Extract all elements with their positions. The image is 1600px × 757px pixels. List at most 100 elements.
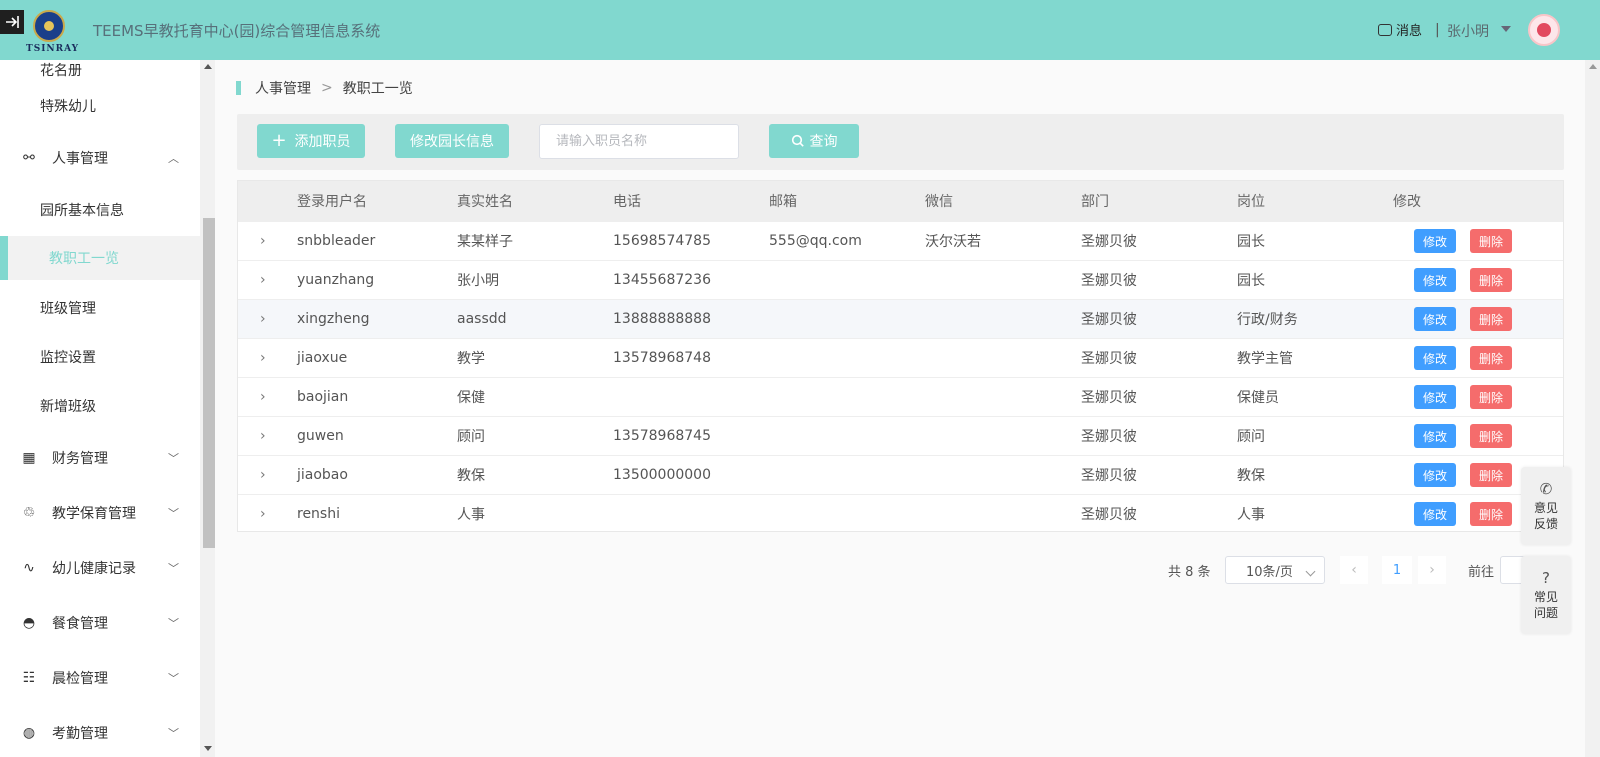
scroll-up-icon[interactable] — [1589, 64, 1597, 69]
messages-label: 消息 — [1396, 24, 1423, 39]
sidebar-item[interactable]: ⚯ 人事管理 ︿ — [0, 136, 200, 180]
cell-username: baojian — [297, 389, 349, 405]
sidebar-item[interactable]: ◓ 餐食管理 ﹀ — [0, 601, 200, 645]
sidebar-item[interactable]: ▦ 财务管理 ﹀ — [0, 436, 200, 480]
main-scrollbar[interactable] — [1585, 60, 1600, 757]
expand-row-icon[interactable]: › — [260, 456, 266, 494]
add-staff-button[interactable]: + 添加职员 — [257, 124, 365, 158]
cell-dept: 圣娜贝彼 — [1081, 507, 1137, 523]
sidebar-item[interactable]: 新增班级 — [0, 384, 200, 428]
expand-row-icon[interactable]: › — [260, 378, 266, 416]
delete-row-button[interactable]: 删除 — [1470, 229, 1512, 253]
chevron-down-icon[interactable]: ﹀ — [168, 505, 179, 521]
delete-row-button[interactable]: 删除 — [1470, 385, 1512, 409]
app-title: TEEMS早教托育中心(园)综合管理信息系统 — [93, 22, 381, 40]
expand-row-icon[interactable]: › — [260, 300, 266, 338]
expand-row-icon[interactable]: › — [260, 495, 266, 533]
cell-username: snbbleader — [297, 233, 376, 249]
delete-row-button[interactable]: 删除 — [1470, 463, 1512, 487]
table-row[interactable]: › jiaoxue 教学 13578968748 圣娜贝彼 教学主管 修改 删除 — [238, 338, 1563, 377]
expand-row-icon[interactable]: › — [260, 222, 266, 260]
cell-post: 人事 — [1237, 507, 1265, 523]
header-divider: | — [1435, 22, 1440, 38]
logo-emblem — [33, 10, 65, 42]
sidebar-item[interactable]: 特殊幼儿 — [0, 84, 200, 128]
chevron-down-icon[interactable]: ﹀ — [168, 450, 179, 466]
delete-row-button[interactable]: 删除 — [1470, 268, 1512, 292]
table-row[interactable]: › snbbleader 某某样子 15698574785 555@qq.com 沃尔沃若… — [238, 221, 1563, 260]
goto-label: 前往 — [1468, 565, 1495, 580]
avatar[interactable] — [1528, 14, 1560, 46]
edit-row-button[interactable]: 修改 — [1414, 268, 1456, 292]
messages-link[interactable]: 消息 — [1378, 20, 1422, 39]
delete-row-button[interactable]: 删除 — [1470, 424, 1512, 448]
table-row[interactable]: › renshi 人事 圣娜贝彼 人事 修改 删除 — [238, 494, 1563, 533]
staff-search-input[interactable] — [539, 124, 739, 159]
cell-username: renshi — [297, 506, 340, 522]
expand-row-icon[interactable]: › — [260, 339, 266, 377]
edit-row-button[interactable]: 修改 — [1414, 346, 1456, 370]
edit-director-button[interactable]: 修改园长信息 — [395, 124, 509, 158]
sidebar-item-label: 晨检管理 — [52, 671, 108, 687]
cell-username: yuanzhang — [297, 272, 375, 288]
chevron-down-icon[interactable]: ﹀ — [168, 560, 179, 576]
sidebar-item[interactable]: 班级管理 — [0, 286, 200, 330]
delete-row-button[interactable]: 删除 — [1470, 502, 1512, 526]
edit-director-label: 修改园长信息 — [410, 134, 494, 150]
sidebar-item-label: 财务管理 — [52, 451, 108, 467]
breadcrumb-parent[interactable]: 人事管理 — [255, 78, 311, 98]
edit-row-button[interactable]: 修改 — [1414, 229, 1456, 253]
sidebar-item[interactable]: 园所基本信息 — [0, 188, 200, 232]
edit-row-button[interactable]: 修改 — [1414, 385, 1456, 409]
query-button[interactable]: 查询 — [769, 124, 859, 158]
sidebar-item[interactable]: 教职工一览 — [0, 236, 200, 280]
edit-row-button[interactable]: 修改 — [1414, 502, 1456, 526]
table-row[interactable]: › baojian 保健 圣娜贝彼 保健员 修改 删除 — [238, 377, 1563, 416]
table-row[interactable]: › guwen 顾问 13578968745 圣娜贝彼 顾问 修改 删除 — [238, 416, 1563, 455]
page-number-current[interactable]: 1 — [1382, 556, 1412, 584]
table-row[interactable]: › xingzheng aassdd 13888888888 圣娜贝彼 行政/财务 修改 删除 — [238, 299, 1563, 338]
user-name[interactable]: 张小明 — [1447, 21, 1489, 41]
table-row[interactable]: › yuanzhang 张小明 13455687236 圣娜贝彼 园长 修改 删除 — [238, 260, 1563, 299]
table-row[interactable]: › jiaobao 教保 13500000000 圣娜贝彼 教保 修改 删除 — [238, 455, 1563, 494]
sidebar-item[interactable]: ∿ 幼儿健康记录 ﹀ — [0, 546, 200, 590]
column-header: 电话 — [613, 194, 641, 210]
chevron-up-icon[interactable]: ︿ — [168, 150, 179, 166]
cell-dept: 圣娜贝彼 — [1081, 312, 1137, 328]
cell-dept: 圣娜贝彼 — [1081, 390, 1137, 406]
sidebar-item[interactable]: ◍ 考勤管理 ﹀ — [0, 711, 200, 755]
sidebar-item-label: 新增班级 — [40, 399, 96, 415]
question-icon: ? — [1542, 568, 1550, 587]
share-nodes-icon: ⚯ — [23, 150, 35, 166]
sidebar-item[interactable]: 监控设置 — [0, 335, 200, 379]
menu-toggle-icon[interactable] — [0, 10, 24, 34]
prev-page-icon[interactable]: ‹ — [1340, 556, 1368, 584]
page-size-select[interactable]: 10条/页 — [1225, 556, 1325, 584]
cell-post: 保健员 — [1237, 390, 1279, 406]
delete-row-button[interactable]: 删除 — [1470, 346, 1512, 370]
edit-row-button[interactable]: 修改 — [1414, 424, 1456, 448]
edit-row-button[interactable]: 修改 — [1414, 463, 1456, 487]
chevron-down-icon[interactable]: ﹀ — [168, 670, 179, 686]
heartbeat-icon: ∿ — [23, 560, 35, 576]
scroll-up-icon[interactable] — [204, 64, 212, 69]
sidebar-scrollbar-thumb[interactable] — [203, 218, 215, 548]
next-page-icon[interactable]: › — [1418, 556, 1446, 584]
chevron-down-icon[interactable]: ﹀ — [168, 725, 179, 741]
chevron-down-icon[interactable]: ﹀ — [168, 615, 179, 631]
sidebar-item-label: 幼儿健康记录 — [52, 561, 136, 577]
sidebar-item[interactable]: ♲ 教学保育管理 ﹀ — [0, 491, 200, 535]
expand-row-icon[interactable]: › — [260, 417, 266, 455]
sidebar-item[interactable]: ☷ 晨检管理 ﹀ — [0, 656, 200, 700]
delete-row-button[interactable]: 删除 — [1470, 307, 1512, 331]
cloche-icon: ◓ — [22, 615, 36, 631]
faq-button[interactable]: ? 常见问题 — [1521, 556, 1571, 634]
expand-row-icon[interactable]: › — [260, 261, 266, 299]
edit-row-button[interactable]: 修改 — [1414, 307, 1456, 331]
cell-dept: 圣娜贝彼 — [1081, 468, 1137, 484]
feedback-button[interactable]: ✆ 意见反馈 — [1521, 467, 1571, 545]
attendance-icon: ◍ — [22, 725, 36, 741]
caret-down-icon[interactable] — [1501, 26, 1511, 32]
cell-username: jiaoxue — [297, 350, 348, 366]
scroll-down-icon[interactable] — [204, 746, 212, 751]
